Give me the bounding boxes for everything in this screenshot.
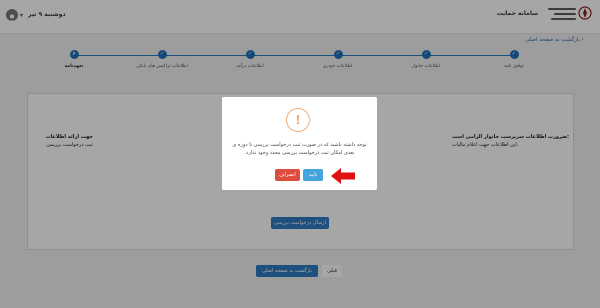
arrow-left-icon [331,168,355,184]
dialog-message: توجه داشته باشید که در صورت ثبت درخواست … [232,142,367,156]
confirm-button[interactable]: تایید [303,169,323,181]
warning-icon: ! [286,108,310,132]
cancel-button[interactable]: انصراف [275,169,300,181]
